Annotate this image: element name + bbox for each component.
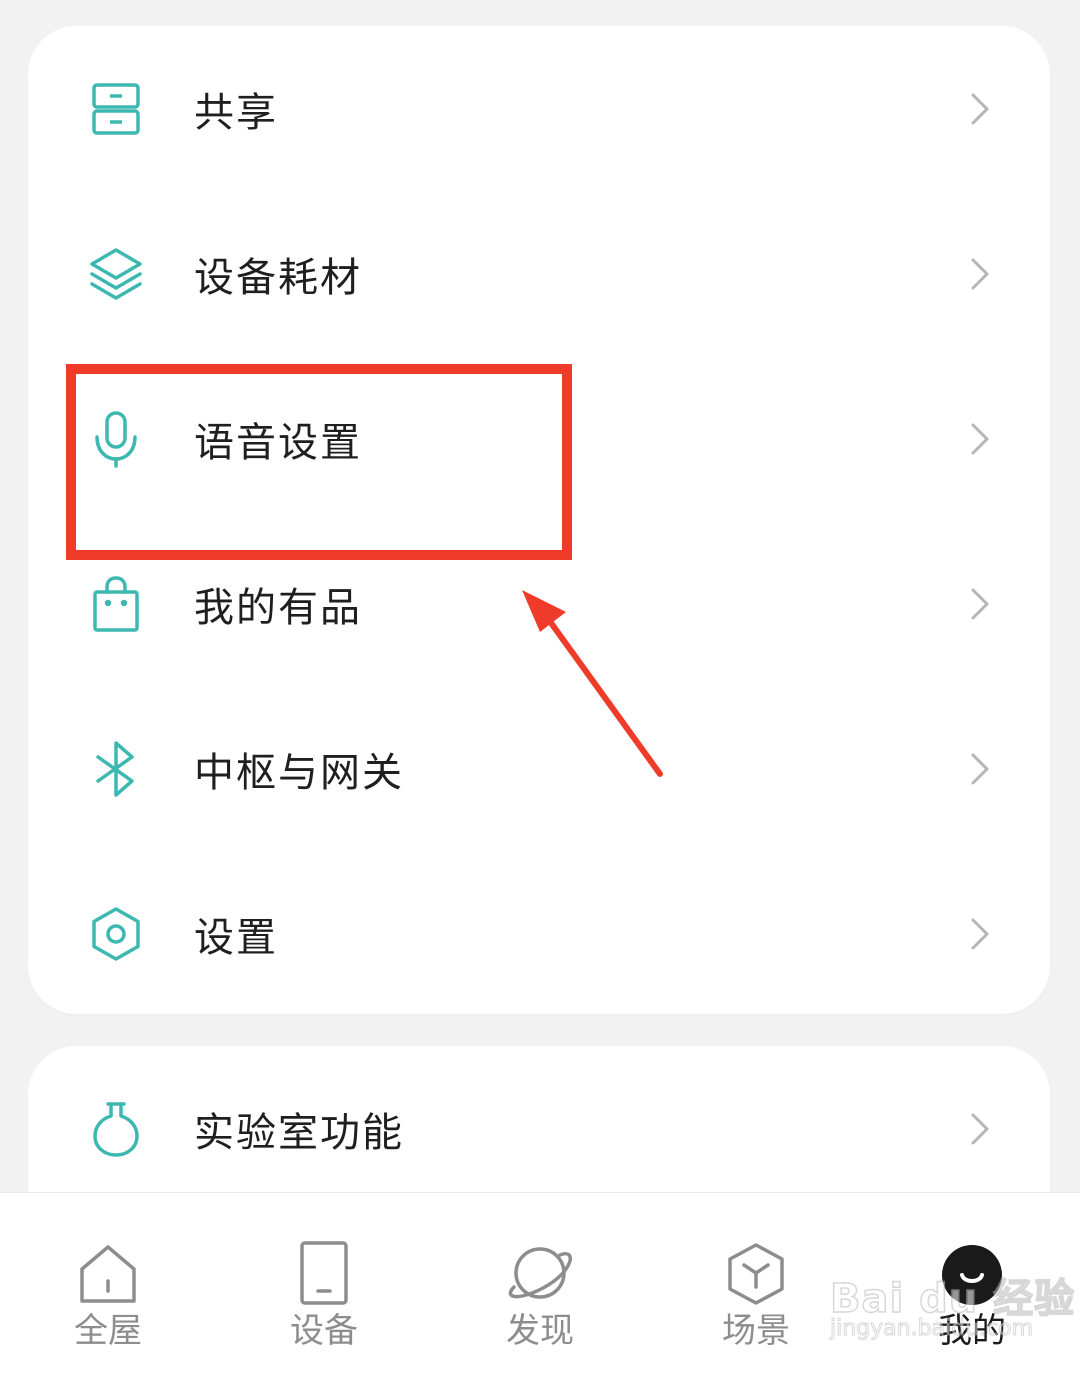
menu-item-settings[interactable]: 设置 (28, 851, 1050, 1016)
hexagon-settings-icon (86, 904, 146, 964)
menu-item-hub-gateway[interactable]: 中枢与网关 (28, 686, 1050, 851)
chevron-right-icon (964, 89, 994, 129)
menu-item-label: 中枢与网关 (194, 749, 404, 796)
tab-discover[interactable]: 发现 (432, 1193, 648, 1384)
menu-item-lab-features[interactable]: 实验室功能 (28, 1046, 1050, 1211)
tab-label: 全屋 (74, 1311, 142, 1351)
smiley-avatar-icon (936, 1239, 1008, 1311)
microphone-icon (86, 409, 146, 469)
menu-item-label: 共享 (194, 89, 278, 136)
chevron-right-icon (964, 914, 994, 954)
tab-label: 场景 (722, 1311, 790, 1351)
tab-scenes[interactable]: 场景 (648, 1193, 864, 1384)
tab-label: 设备 (290, 1311, 358, 1351)
settings-card: 共享 设备耗材 语音设置 我的有品 中枢与网关 设置 (28, 26, 1050, 1014)
bluetooth-icon (86, 739, 146, 799)
tab-mine[interactable]: 我的 (864, 1193, 1080, 1384)
menu-item-label: 语音设置 (194, 419, 362, 466)
menu-item-label: 设备耗材 (194, 254, 362, 301)
menu-item-voice-settings[interactable]: 语音设置 (28, 356, 1050, 521)
cube-icon (720, 1239, 792, 1311)
bottom-tab-bar: 全屋 设备 发现 场景 我的 (0, 1192, 1080, 1384)
tab-whole-home[interactable]: 全屋 (0, 1193, 216, 1384)
menu-item-device-consumables[interactable]: 设备耗材 (28, 191, 1050, 356)
device-icon (288, 1239, 360, 1311)
chevron-right-icon (964, 1109, 994, 1149)
flask-icon (86, 1099, 146, 1159)
tab-label: 发现 (506, 1311, 574, 1351)
tab-label: 我的 (938, 1311, 1006, 1351)
shopping-bag-icon (86, 574, 146, 634)
chevron-right-icon (964, 419, 994, 459)
menu-item-share[interactable]: 共享 (28, 26, 1050, 191)
chevron-right-icon (964, 584, 994, 624)
menu-item-my-youpin[interactable]: 我的有品 (28, 521, 1050, 686)
share-drawer-icon (86, 79, 146, 139)
menu-item-label: 我的有品 (194, 584, 362, 631)
menu-item-label: 设置 (194, 914, 278, 961)
planet-icon (504, 1239, 576, 1311)
chevron-right-icon (964, 254, 994, 294)
tab-devices[interactable]: 设备 (216, 1193, 432, 1384)
menu-item-label: 实验室功能 (194, 1109, 404, 1156)
home-icon (72, 1239, 144, 1311)
layers-icon (86, 244, 146, 304)
chevron-right-icon (964, 749, 994, 789)
